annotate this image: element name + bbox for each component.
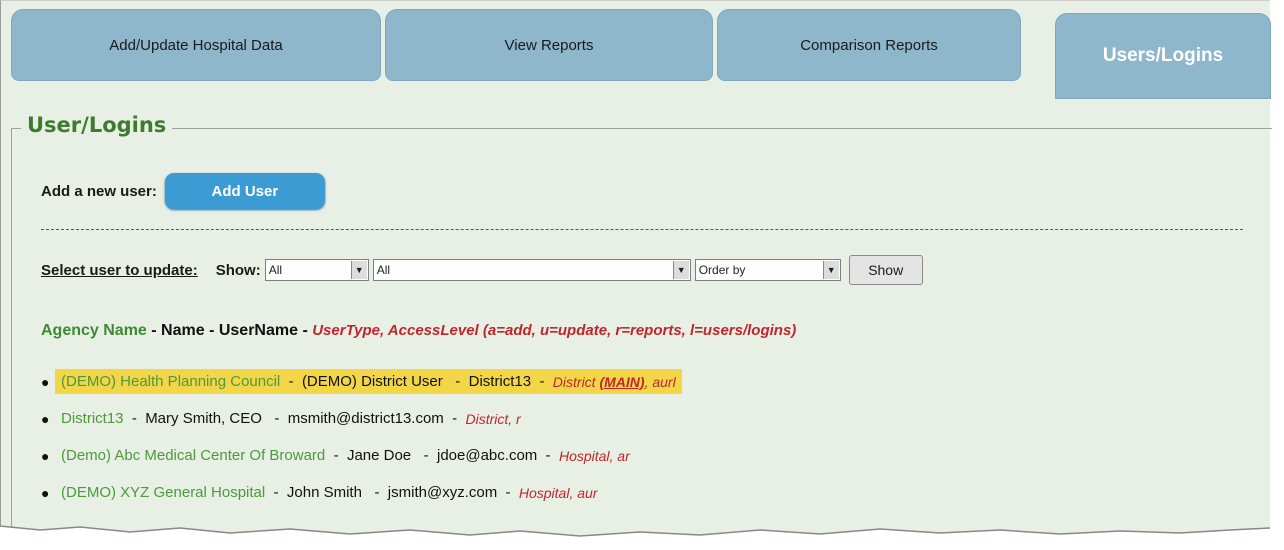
user-name: Jane Doe [346, 447, 412, 464]
header-username: UserName [218, 322, 298, 339]
filter-select-2-value: All [376, 263, 391, 277]
tab-label: View Reports [504, 36, 594, 54]
torn-edge [0, 525, 1271, 550]
filter-select-1-value: All [268, 263, 283, 277]
user-access: , aurl [644, 373, 676, 390]
user-name: John Smith [286, 484, 362, 501]
chevron-down-icon: ▼ [350, 261, 367, 279]
app-frame: Add/Update Hospital Data View Reports Co… [0, 0, 1272, 536]
list-item[interactable]: ● District13 - Mary Smith, CEO - msmith@… [41, 400, 682, 437]
tab-add-update-hospital-data[interactable]: Add/Update Hospital Data [11, 9, 381, 81]
tab-users-logins[interactable]: Users/Logins [1055, 13, 1271, 99]
main-badge: (MAIN) [599, 373, 645, 390]
tab-comparison-reports[interactable]: Comparison Reports [717, 9, 1021, 81]
add-user-button[interactable]: Add User [164, 173, 325, 209]
bullet-icon: ● [41, 447, 50, 464]
separator: - [298, 322, 313, 339]
user-username: jdoe@abc.com [437, 447, 538, 464]
user-type-label: District [552, 373, 596, 390]
tab-label: Comparison Reports [800, 36, 938, 54]
user-list: ● (DEMO) Health Planning Council - (DEMO… [41, 363, 682, 511]
list-item[interactable]: ● (DEMO) XYZ General Hospital - John Smi… [41, 474, 682, 511]
header-agency: Agency Name [41, 322, 147, 339]
order-by-select[interactable]: Order by ▼ [694, 259, 841, 281]
user-agency: (DEMO) XYZ General Hospital [61, 484, 266, 501]
show-label: Show: [215, 261, 261, 279]
chevron-down-icon: ▼ [822, 261, 839, 279]
select-user-label: Select user to update: [41, 261, 198, 279]
separator: - [204, 322, 219, 339]
user-type: Hospital, aur [518, 484, 598, 501]
highlighted-user: (DEMO) Health Planning Council - (DEMO) … [55, 369, 682, 394]
bullet-icon: ● [41, 484, 50, 501]
user-username: jsmith@xyz.com [387, 484, 498, 501]
tab-label: Users/Logins [1102, 45, 1224, 66]
filter-select-1[interactable]: All ▼ [264, 259, 369, 281]
user-type: District, r [465, 410, 521, 427]
user-type: Hospital, ar [558, 447, 630, 464]
header-name: Name [161, 322, 205, 339]
user-agency: (DEMO) Health Planning Council [61, 373, 281, 390]
user-name: Mary Smith, CEO [145, 410, 262, 427]
filter-select-2[interactable]: All ▼ [372, 259, 691, 281]
section-title: User/Logins [21, 113, 173, 137]
user-name: (DEMO) District User [301, 373, 443, 390]
user-agency: (Demo) Abc Medical Center Of Broward [61, 447, 326, 464]
add-user-label: Add a new user: [41, 182, 157, 200]
user-agency: District13 [61, 410, 124, 427]
order-by-value: Order by [698, 263, 746, 277]
list-header: Agency Name - Name - UserName - UserType… [41, 322, 796, 340]
user-username: msmith@district13.com [287, 410, 444, 427]
separator: - [146, 322, 162, 339]
user-type: District (MAIN), aurl [553, 374, 676, 390]
chevron-down-icon: ▼ [672, 261, 689, 279]
tab-view-reports[interactable]: View Reports [385, 9, 713, 81]
add-user-row: Add a new user: Add User [41, 173, 325, 209]
bullet-icon: ● [41, 410, 50, 427]
list-item[interactable]: ● (Demo) Abc Medical Center Of Broward -… [41, 437, 682, 474]
divider [41, 229, 1243, 230]
header-usertype: UserType, AccessLevel (a=add, u=update, … [312, 322, 797, 339]
tab-label: Add/Update Hospital Data [109, 36, 283, 54]
user-username: District13 [468, 373, 532, 390]
show-button[interactable]: Show [848, 255, 923, 285]
list-item[interactable]: ● (DEMO) Health Planning Council - (DEMO… [41, 363, 682, 400]
select-user-row: Select user to update: Show: All ▼ All ▼… [41, 255, 923, 285]
